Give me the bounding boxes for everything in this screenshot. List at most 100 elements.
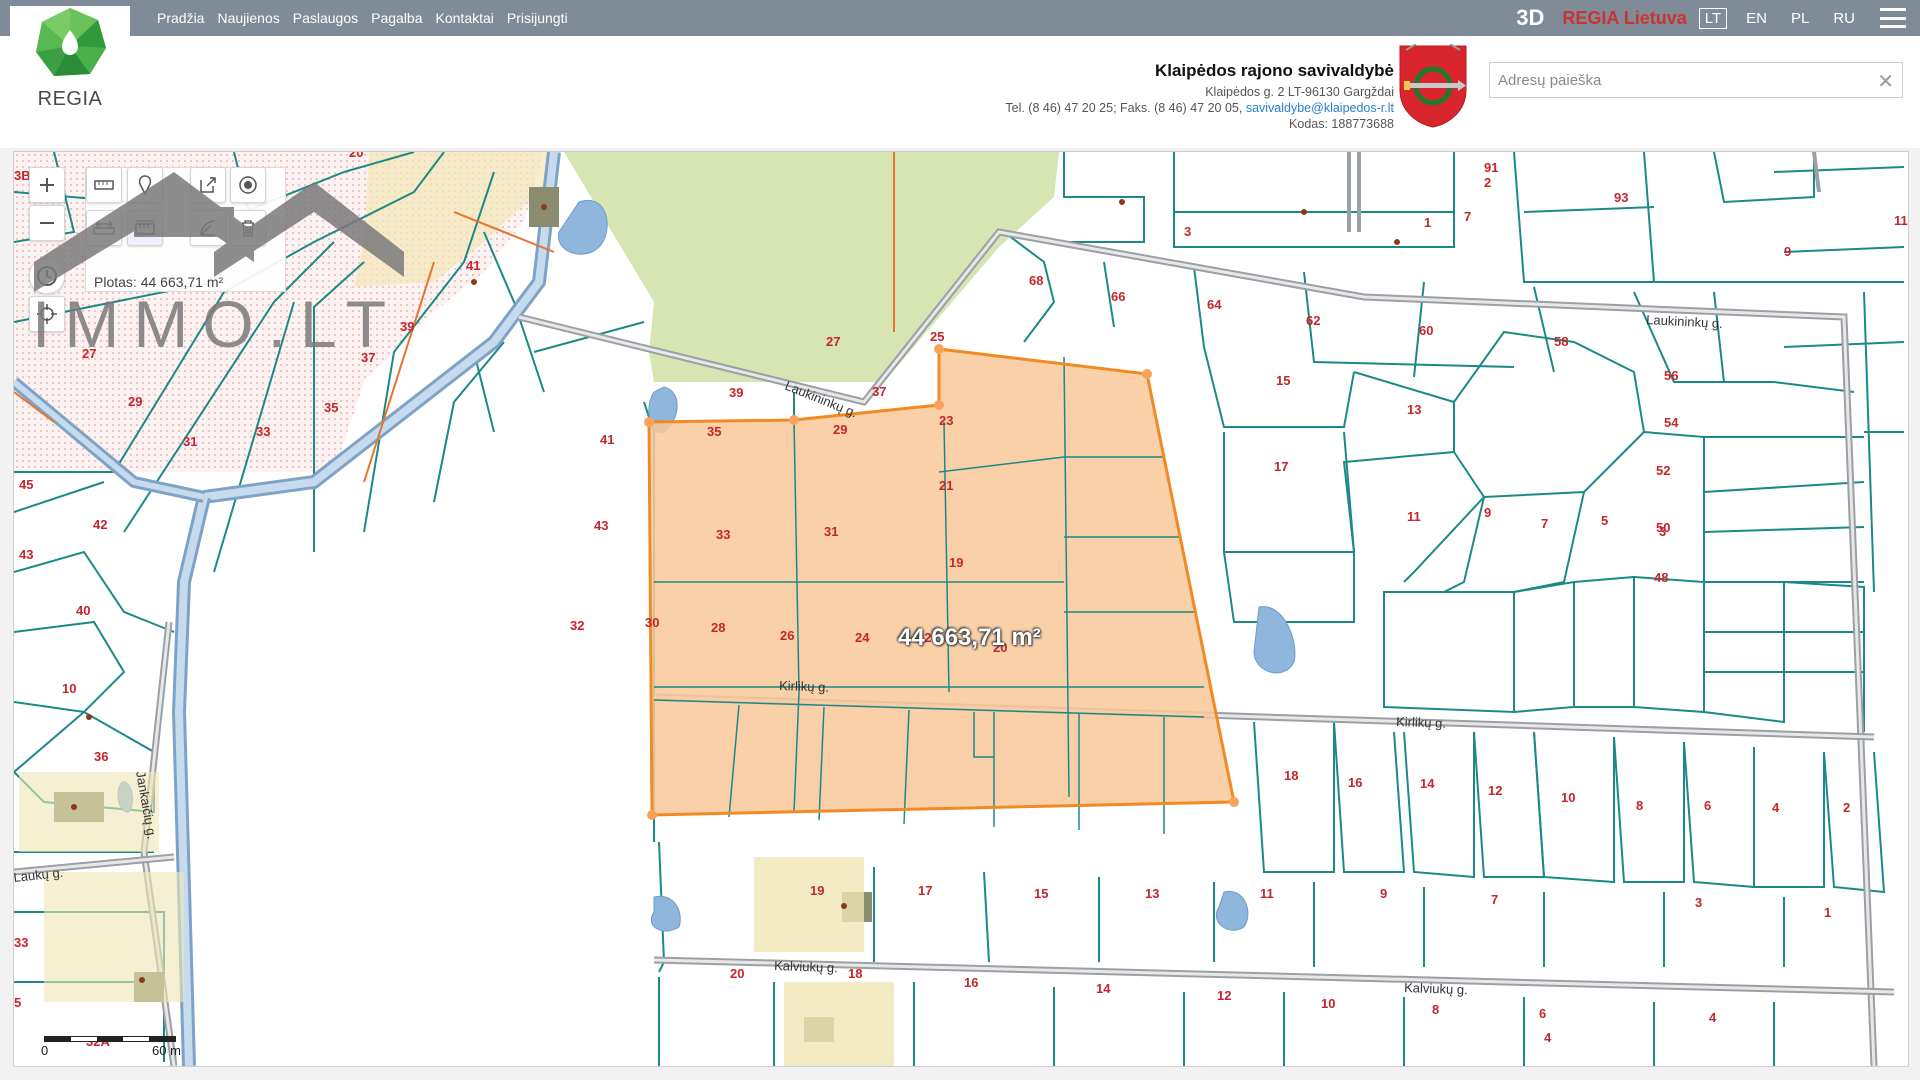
street-label: Kalviukų g. [1404, 980, 1468, 997]
measured-area-text: Plotas: 44 663,71 m² [94, 274, 224, 290]
lang-lt[interactable]: LT [1698, 7, 1728, 29]
top-right-tools: 3D REGIA Lietuva LT EN PL RU [1516, 0, 1920, 36]
measure-distance-icon[interactable] [86, 210, 122, 246]
nav-contacts[interactable]: Kontaktai [436, 10, 494, 26]
target-icon[interactable] [230, 167, 266, 203]
nav-news[interactable]: Naujienos [217, 10, 279, 26]
parcel-number: 3 [1184, 224, 1191, 239]
parcel-number: 19 [949, 555, 963, 570]
parcel-number: 5 [14, 995, 21, 1010]
parcel-number: 33 [716, 527, 730, 542]
lang-pl[interactable]: PL [1786, 9, 1814, 28]
parcel-number: 12 [1217, 988, 1231, 1003]
parcel-number: 8 [1636, 798, 1643, 813]
history-icon[interactable] [29, 258, 65, 294]
measure-angle-icon[interactable] [190, 210, 226, 246]
delete-icon[interactable] [230, 210, 266, 246]
lang-en[interactable]: EN [1741, 9, 1772, 28]
scale-bar: 0 60 m [34, 1030, 184, 1060]
parcel-number: 25 [930, 329, 944, 344]
parcel-number: 1 [1424, 215, 1431, 230]
parcel-number: 16 [964, 975, 978, 990]
map-view[interactable]: 27 25 23 21 19 29 35 41 43 33 31 32 30 28 26 24 22 20 3B 20… [13, 151, 1909, 1067]
zoom-in-button[interactable] [29, 167, 65, 203]
parcel-number: 21 [939, 478, 953, 493]
parcel-number: 33 [14, 935, 28, 950]
municipality-code: Kodas: 188773688 [1289, 117, 1394, 131]
parcel-number: 4 [1772, 800, 1780, 815]
3d-button[interactable]: 3D [1516, 5, 1544, 31]
parcel-number: 26 [780, 628, 794, 643]
scale-start: 0 [41, 1043, 49, 1058]
parcel-number: 14 [1096, 981, 1111, 996]
nav-services[interactable]: Paslaugos [293, 10, 358, 26]
zoom-out-button[interactable] [29, 205, 65, 241]
parcel-number: 5 [1601, 513, 1608, 528]
parcel-number: 58 [1554, 334, 1568, 349]
parcel-number: 42 [93, 517, 107, 532]
parcel-number: 13 [1145, 886, 1159, 901]
locate-icon[interactable] [29, 296, 65, 332]
measure-ruler-icon[interactable] [86, 167, 122, 203]
parcel-number: 22 [917, 630, 931, 645]
parcel-number: 17 [1274, 459, 1288, 474]
parcel-number: 18 [848, 966, 862, 981]
parcel-number: 28 [711, 620, 725, 635]
nav-login[interactable]: Prisijungti [507, 10, 568, 26]
parcel-number: 27 [82, 346, 96, 361]
nav-home[interactable]: Pradžia [157, 10, 204, 26]
parcel-number: 32 [570, 618, 584, 633]
parcel-number: 2 [1484, 175, 1491, 190]
parcel-number: 60 [1419, 323, 1433, 338]
parcel-number: 24 [855, 630, 870, 645]
municipality-email[interactable]: savivaldybe@klaipedos-r.lt [1246, 101, 1394, 115]
parcel-number: 64 [1207, 297, 1222, 312]
address-search-input[interactable] [1490, 63, 1886, 97]
parcel-number: 48 [1654, 570, 1668, 585]
parcel-number: 11 [1260, 886, 1274, 901]
parcel-number: 43 [19, 547, 33, 562]
parcel-number: 7 [1541, 516, 1548, 531]
parcel-number: 6 [1539, 1006, 1546, 1021]
parcel-number: 45 [19, 477, 33, 492]
clear-search-icon[interactable]: ✕ [1877, 69, 1894, 94]
top-navigation-bar: Pradžia Naujienos Paslaugos Pagalba Kont… [0, 0, 1920, 36]
parcel-number: 16 [1348, 775, 1362, 790]
parcel-number: 17 [918, 883, 932, 898]
parcel-number: 4 [1544, 1030, 1552, 1045]
regia-logo-icon [36, 8, 106, 76]
parcel-number: 11 [1407, 509, 1421, 524]
regia-logo[interactable]: REGIA [10, 6, 130, 141]
parcel-number: 29 [833, 422, 847, 437]
parcel-number: 13 [1407, 402, 1421, 417]
lang-ru[interactable]: RU [1828, 9, 1860, 28]
parcel-number: 9 [1380, 886, 1387, 901]
hamburger-menu-icon[interactable] [1880, 8, 1906, 28]
measure-area-icon[interactable] [127, 210, 163, 246]
header: REGIA Klaipėdos rajono savivaldybė Klaip… [0, 6, 1920, 148]
parcel-number: 66 [1111, 289, 1125, 304]
map-canvas[interactable]: 27 252321192935414333 3132 30 2826 24 22203B20… [14, 152, 1908, 1066]
parcel-number: 23 [939, 413, 953, 428]
municipality-phone: Tel. (8 46) 47 20 25; Faks. (8 46) 47 20… [1005, 101, 1243, 115]
parcel-number: 40 [76, 603, 90, 618]
parcel-number: 7 [1464, 209, 1471, 224]
parcel-number: 41 [600, 432, 614, 447]
parcel-number: 1 [1824, 905, 1831, 920]
parcel-number: 4 [1709, 1010, 1717, 1025]
parcel-number: 3 [1659, 524, 1666, 539]
parcel-number: 62 [1306, 313, 1320, 328]
parcel-number: 9 [1784, 244, 1791, 259]
parcel-number: 18 [1284, 768, 1298, 783]
parcel-number: 27 [826, 334, 840, 349]
parcel-number: 93 [1614, 190, 1628, 205]
parcel-number: 41 [466, 258, 480, 273]
regia-lietuva-link[interactable]: REGIA Lietuva [1562, 8, 1686, 29]
parcel-number: 20 [349, 152, 363, 160]
measure-point-icon[interactable] [127, 167, 163, 203]
parcel-number: 7 [1491, 892, 1498, 907]
export-icon[interactable] [190, 167, 226, 203]
parcel-number: 56 [1664, 368, 1678, 383]
municipality-address: Klaipėdos g. 2 LT-96130 Gargždai [1205, 85, 1394, 99]
nav-help[interactable]: Pagalba [371, 10, 422, 26]
